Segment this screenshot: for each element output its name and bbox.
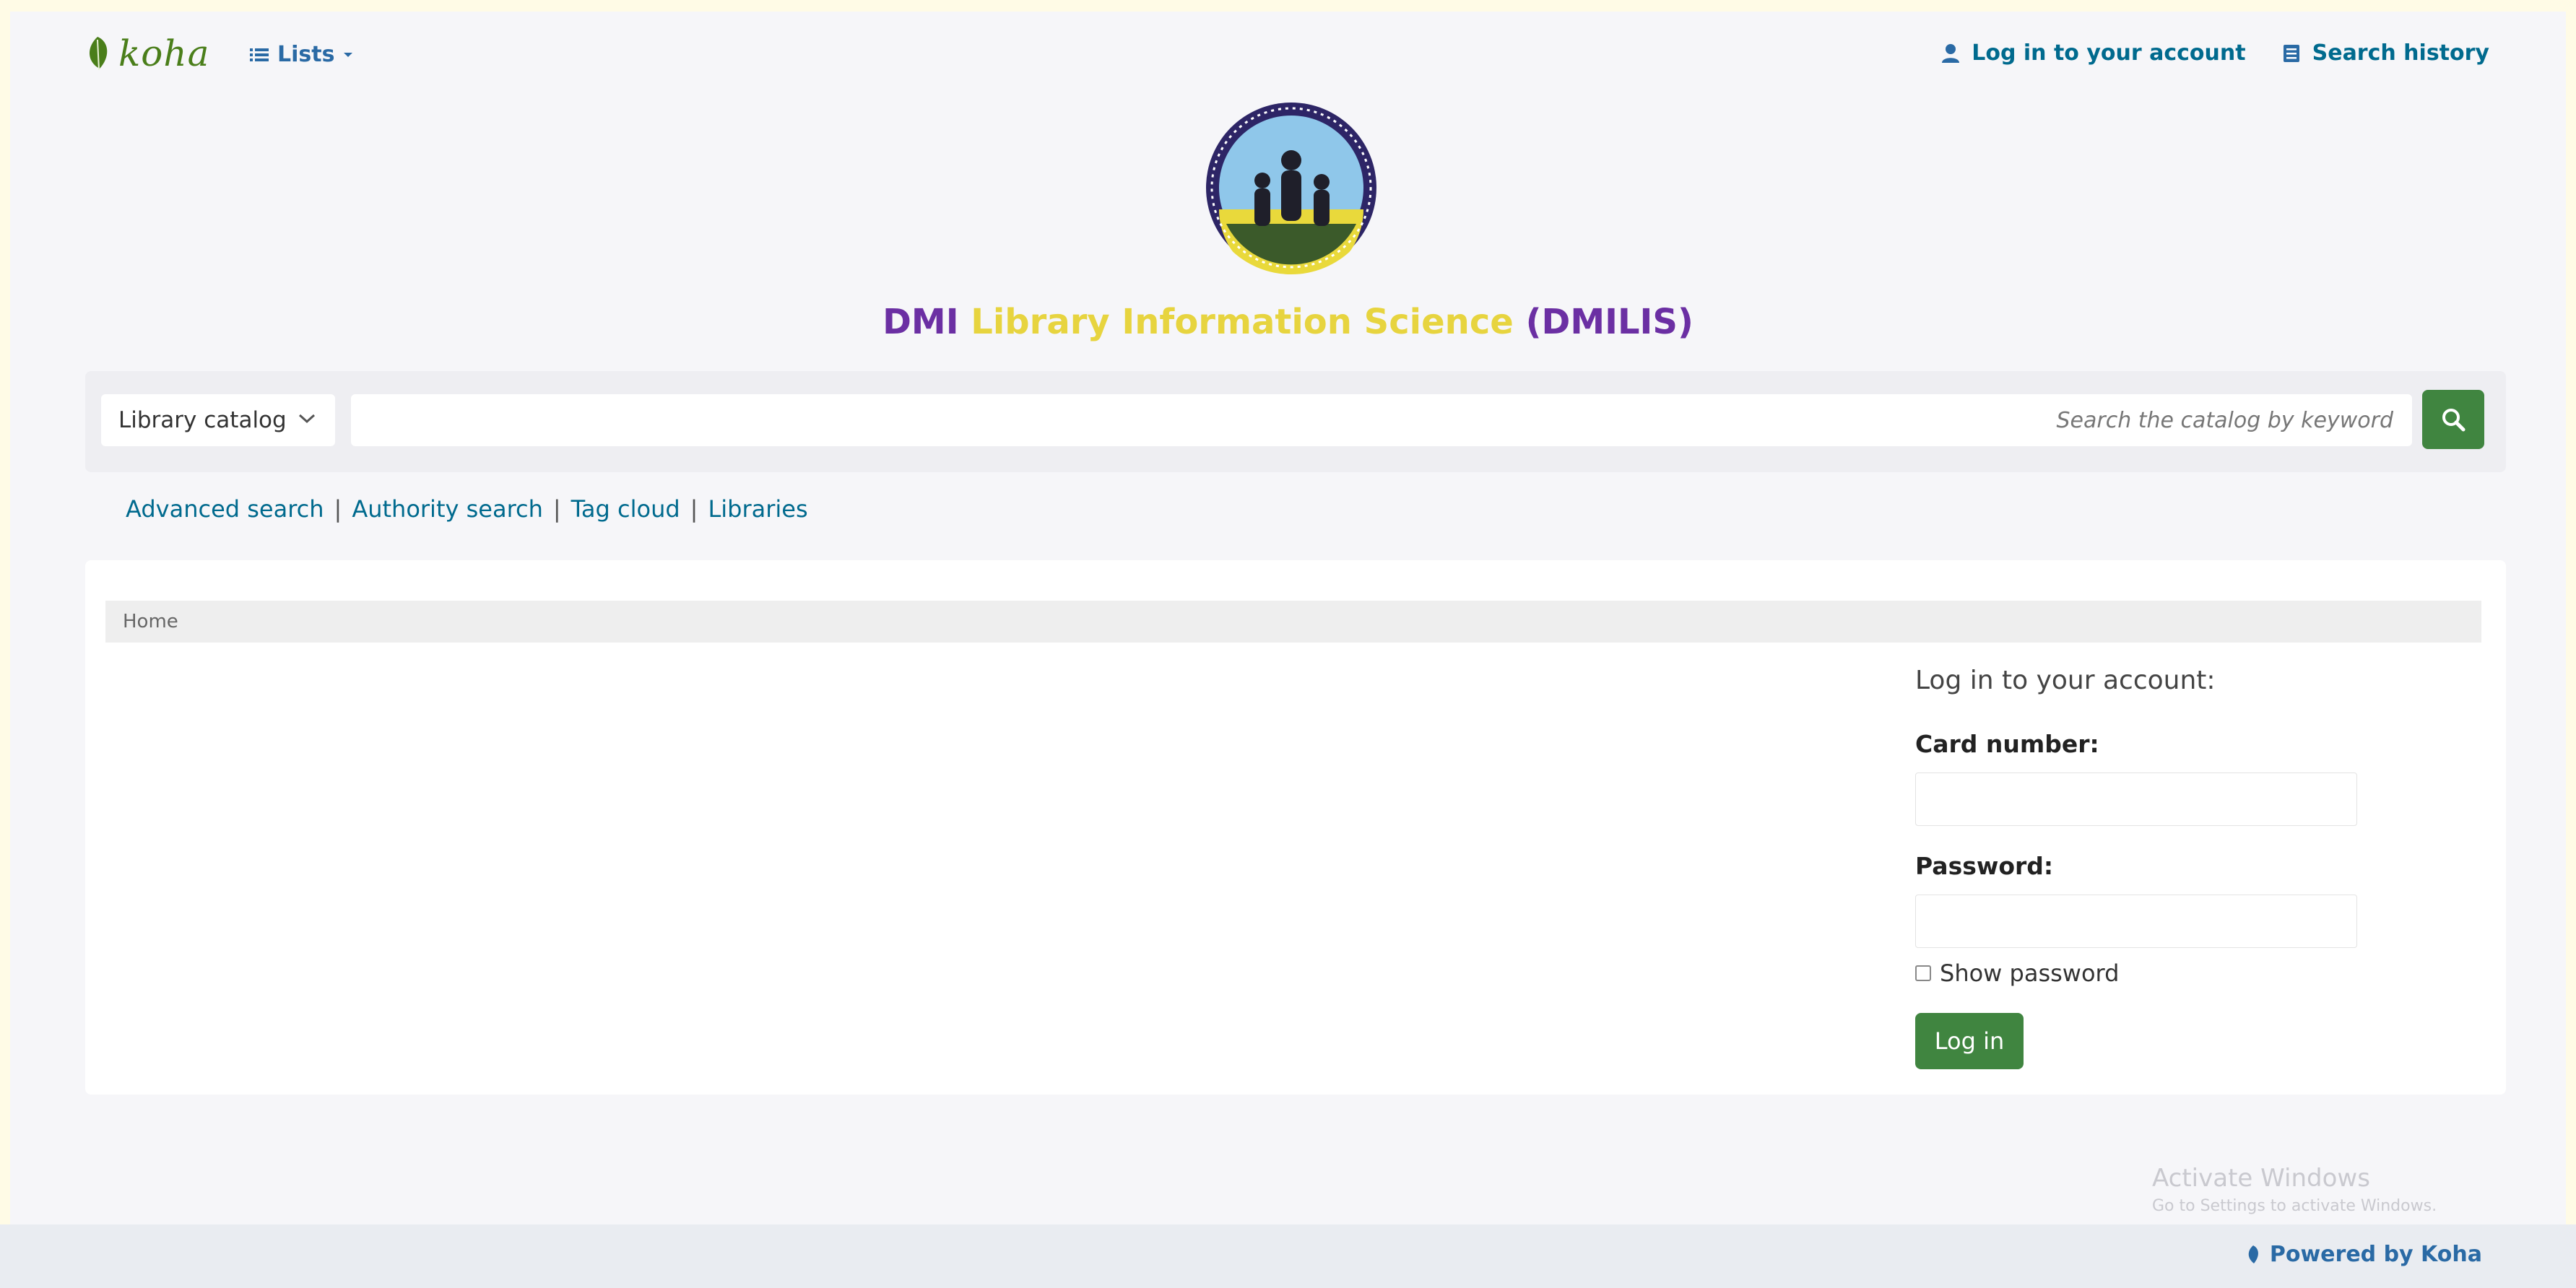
watermark-subtitle: Go to Settings to activate Windows. (2152, 1197, 2437, 1215)
login-link[interactable]: Log in to your account (1941, 40, 2246, 66)
search-icon (2442, 409, 2466, 432)
search-input[interactable] (351, 394, 2412, 446)
breadcrumb: Home (105, 601, 2481, 643)
search-button[interactable] (2422, 390, 2484, 449)
tag-cloud-link[interactable]: Tag cloud (571, 495, 680, 523)
breadcrumb-home[interactable]: Home (123, 611, 178, 632)
login-button[interactable]: Log in (1915, 1013, 2024, 1069)
link-separator: | (334, 495, 342, 523)
card-number-input[interactable] (1915, 773, 2357, 826)
link-separator: | (690, 495, 698, 523)
search-history-label: Search history (2312, 40, 2489, 66)
authority-search-link[interactable]: Authority search (352, 495, 543, 523)
library-emblem-icon (1206, 103, 1376, 274)
libraries-link[interactable]: Libraries (708, 495, 807, 523)
login-heading: Log in to your account: (1915, 666, 2216, 695)
user-icon (1942, 43, 1960, 63)
watermark-title: Activate Windows (2152, 1164, 2370, 1193)
show-password-toggle[interactable]: Show password (1915, 960, 2421, 987)
koha-leaf-icon (2248, 1245, 2258, 1263)
header-user-links: Log in to your account Search history (1941, 40, 2489, 66)
library-name-full: Library Information Science (971, 302, 1514, 342)
koha-leaf-icon (89, 37, 108, 71)
list-icon (250, 48, 269, 61)
login-link-label: Log in to your account (1972, 40, 2246, 66)
advanced-search-link[interactable]: Advanced search (126, 495, 324, 523)
link-separator: | (552, 495, 561, 523)
library-name-code: (DMILIS) (1525, 302, 1694, 342)
search-history-link[interactable]: Search history (2282, 40, 2489, 66)
powered-by-koha-link[interactable]: Powered by Koha (2245, 1242, 2482, 1267)
top-header: koha Lists Log in to your account Search… (0, 0, 2576, 108)
history-list-icon (2283, 44, 2299, 62)
activate-windows-watermark: Activate Windows Go to Settings to activ… (2152, 1164, 2437, 1215)
powered-by-label: Powered by Koha (2269, 1242, 2482, 1267)
library-logo (1205, 101, 1378, 274)
show-password-label: Show password (1940, 960, 2120, 987)
search-links: Advanced search | Authority search | Tag… (126, 495, 808, 523)
library-name-abbr: DMI (882, 302, 959, 342)
caret-down-icon (344, 52, 353, 57)
lists-menu[interactable]: Lists (250, 42, 353, 67)
card-number-label: Card number: (1915, 730, 2099, 758)
lists-label: Lists (277, 42, 335, 67)
footer (0, 1224, 2576, 1288)
password-input[interactable] (1915, 895, 2357, 948)
login-form: Log in to your account: Card number: Pas… (1915, 666, 2421, 1069)
library-name: DMI Library Information Science (DMILIS) (0, 302, 2576, 342)
password-label: Password: (1915, 852, 2054, 880)
catalog-select[interactable]: Library catalog (101, 394, 335, 446)
show-password-checkbox[interactable] (1915, 965, 1931, 981)
catalog-select-value: Library catalog (118, 407, 287, 433)
koha-logo-text: koha (118, 32, 210, 74)
chevron-down-icon (298, 414, 316, 424)
koha-logo[interactable]: koha (81, 32, 209, 74)
